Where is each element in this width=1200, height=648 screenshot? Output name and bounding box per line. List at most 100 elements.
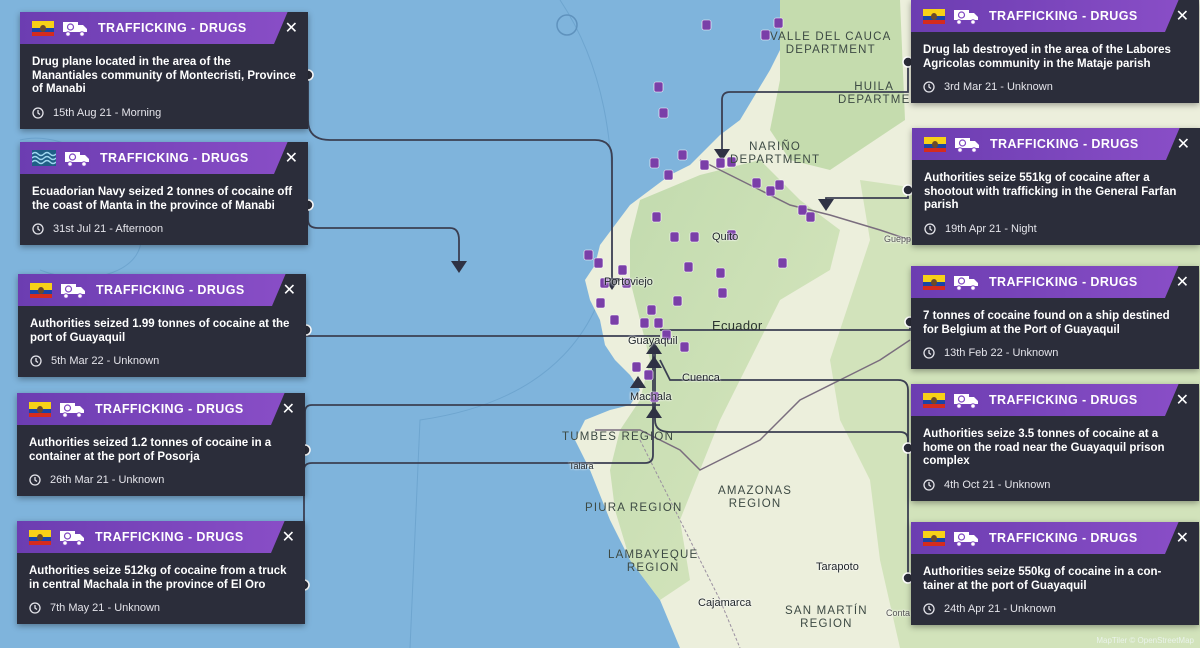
card-header: TRAFFICKING - DRUGS	[911, 384, 1199, 416]
card-description: Authorities seize 3.5 tonnes of cocaine …	[923, 428, 1165, 468]
incident-pin	[593, 257, 604, 269]
incident-card-6[interactable]: TRAFFICKING - DRUGS ✕ Drug lab destroyed…	[911, 0, 1199, 104]
region-label-narino: NARIÑO DEPARTMENT	[730, 141, 821, 166]
card-date: 15th Aug 21 - Morning	[53, 106, 162, 119]
incident-pin	[677, 149, 688, 161]
truck-drugs-icon	[954, 276, 978, 291]
truck-drugs-icon	[65, 152, 89, 167]
incident-pin	[805, 211, 816, 223]
card-date: 19th Apr 21 - Night	[945, 222, 1037, 235]
close-icon[interactable]: ✕	[1176, 528, 1189, 547]
city-label-portoviejo: Portoviejo	[604, 276, 653, 288]
incident-pin	[649, 157, 660, 169]
incident-pin	[663, 169, 674, 181]
card-date: 7th May 21 - Unknown	[50, 602, 161, 615]
incident-card-8[interactable]: TRAFFICKING - DRUGS ✕ 7 tonnes of cocain…	[911, 266, 1199, 370]
card-date: 4th Oct 21 - Unknown	[944, 478, 1051, 491]
card-header: TRAFFICKING - DRUGS	[911, 522, 1199, 554]
close-icon[interactable]: ✕	[1176, 6, 1189, 25]
city-label-cuenca: Cuenca	[682, 372, 720, 384]
truck-drugs-icon	[60, 403, 84, 418]
ecuador-flag-icon	[32, 20, 54, 36]
card-header: TRAFFICKING - DRUGS	[18, 274, 306, 306]
incident-pin	[699, 159, 710, 171]
card-meta: 31st Jul 21 - Afternoon	[20, 219, 308, 245]
card-date: 5th Mar 22 - Unknown	[51, 355, 160, 368]
incident-pin	[651, 211, 662, 223]
close-icon[interactable]: ✕	[285, 18, 298, 37]
card-category: TRAFFICKING - DRUGS	[990, 137, 1139, 151]
ecuador-flag-icon	[924, 136, 946, 152]
card-header: TRAFFICKING - DRUGS	[20, 142, 308, 174]
card-meta: 26th Mar 21 - Unknown	[17, 470, 305, 496]
card-category: TRAFFICKING - DRUGS	[989, 393, 1138, 407]
ecuador-flag-icon	[29, 529, 51, 545]
card-header: TRAFFICKING - DRUGS	[17, 393, 305, 425]
incident-card-3[interactable]: TRAFFICKING - DRUGS ✕ Authorities seized…	[18, 274, 306, 378]
close-icon[interactable]: ✕	[1176, 272, 1189, 291]
incident-pin	[653, 317, 664, 329]
incident-card-7[interactable]: TRAFFICKING - DRUGS ✕ Authorities seize …	[912, 128, 1200, 245]
map-attribution: MapTiler © OpenStreetMap	[1096, 636, 1194, 645]
card-description: Authorities seize 550kg of cocaine in a …	[923, 566, 1162, 592]
incident-pin	[617, 264, 628, 276]
card-description: Drug plane located in the area of the Ma…	[32, 56, 296, 96]
clock-icon	[32, 223, 44, 235]
card-date: 3rd Mar 21 - Unknown	[944, 81, 1053, 94]
clock-icon	[923, 479, 935, 491]
card-date: 24th Apr 21 - Unknown	[944, 603, 1056, 616]
incident-pin	[595, 297, 606, 309]
card-category: TRAFFICKING - DRUGS	[989, 275, 1138, 289]
clock-icon	[32, 107, 44, 119]
ecuador-flag-icon	[923, 274, 945, 290]
card-meta: 7th May 21 - Unknown	[17, 598, 305, 624]
clock-icon	[30, 355, 42, 367]
card-description: 7 tonnes of cocaine found on a ship des­…	[923, 310, 1170, 336]
incident-card-4[interactable]: TRAFFICKING - DRUGS ✕ Authorities seized…	[17, 393, 305, 497]
truck-drugs-icon	[955, 138, 979, 153]
card-category: TRAFFICKING - DRUGS	[100, 151, 249, 165]
incident-pin	[683, 261, 694, 273]
incident-pin	[760, 29, 771, 41]
incident-card-10[interactable]: TRAFFICKING - DRUGS ✕ Authorities seize …	[911, 522, 1199, 626]
incident-pin	[751, 177, 762, 189]
card-meta: 4th Oct 21 - Unknown	[911, 475, 1199, 501]
card-meta: 5th Mar 22 - Unknown	[18, 351, 306, 377]
close-icon[interactable]: ✕	[283, 280, 296, 299]
close-icon[interactable]: ✕	[282, 527, 295, 546]
city-label-guepp: Guepp	[884, 234, 912, 244]
incident-pin	[646, 304, 657, 316]
card-description: Authorities seize 512kg of cocaine from …	[29, 565, 287, 591]
ecuador-flag-icon	[923, 392, 945, 408]
card-description: Authorities seized 1.99 tonnes of cocain…	[30, 318, 290, 344]
close-icon[interactable]: ✕	[1177, 134, 1190, 153]
incident-card-9[interactable]: TRAFFICKING - DRUGS ✕ Authorities seize …	[911, 384, 1199, 501]
region-label-piura: PIURA REGION	[585, 502, 683, 514]
card-description: Ecuadorian Navy seized 2 tonnes of cocai…	[32, 186, 293, 212]
clock-icon	[29, 474, 41, 486]
close-icon[interactable]: ✕	[285, 148, 298, 167]
truck-drugs-icon	[954, 10, 978, 25]
incident-card-5[interactable]: TRAFFICKING - DRUGS ✕ Authorities seize …	[17, 521, 305, 625]
incident-pin	[715, 267, 726, 279]
region-label-huila: HUILA DEPARTME	[838, 81, 911, 106]
incident-pin	[609, 314, 620, 326]
city-label-machala: Machala	[630, 391, 672, 403]
incident-pin	[689, 231, 700, 243]
close-icon[interactable]: ✕	[282, 399, 295, 418]
ecuador-flag-icon	[29, 401, 51, 417]
card-category: TRAFFICKING - DRUGS	[95, 402, 244, 416]
clock-icon	[923, 603, 935, 615]
incident-pin	[643, 369, 654, 381]
incident-pin	[672, 295, 683, 307]
card-meta: 3rd Mar 21 - Unknown	[911, 77, 1199, 103]
close-icon[interactable]: ✕	[1176, 390, 1189, 409]
incident-card-2[interactable]: TRAFFICKING - DRUGS ✕ Ecuadorian Navy se…	[20, 142, 308, 246]
incident-pin	[669, 231, 680, 243]
region-label-lambayeque: LAMBAYEQUE REGION	[608, 549, 699, 574]
card-description: Authorities seize 551kg of cocaine after…	[924, 172, 1177, 212]
card-category: TRAFFICKING - DRUGS	[96, 283, 245, 297]
card-header: TRAFFICKING - DRUGS	[20, 12, 308, 44]
incident-card-1[interactable]: TRAFFICKING - DRUGS ✕ Drug plane located…	[20, 12, 308, 129]
card-meta: 15th Aug 21 - Morning	[20, 103, 308, 129]
